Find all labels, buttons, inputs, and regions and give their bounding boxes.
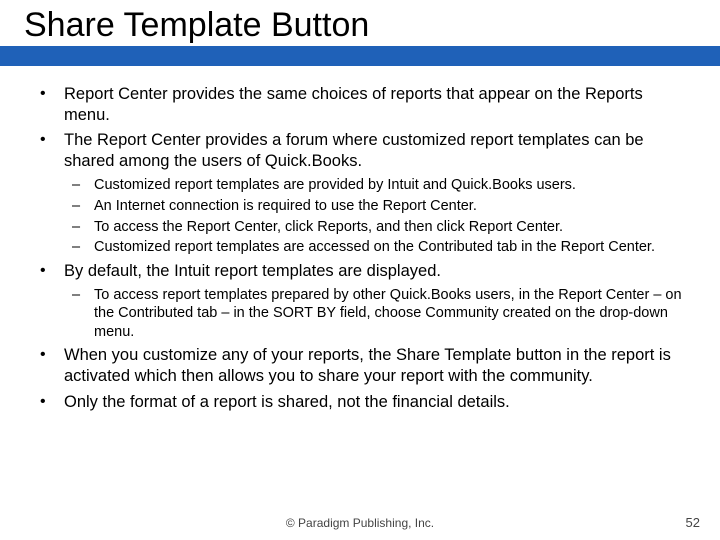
bullet-item: By default, the Intuit report templates … bbox=[34, 261, 686, 342]
bullet-item: When you customize any of your reports, … bbox=[34, 345, 686, 387]
slide-title: Share Template Button bbox=[0, 0, 720, 45]
footer-copyright: © Paradigm Publishing, Inc. bbox=[0, 516, 720, 530]
sub-bullet-item: Customized report templates are provided… bbox=[64, 176, 686, 195]
sub-bullet-item: To access report templates prepared by o… bbox=[64, 286, 686, 342]
bullet-item: The Report Center provides a forum where… bbox=[34, 130, 686, 256]
sub-bullet-item: An Internet connection is required to us… bbox=[64, 197, 686, 216]
bullet-item: Report Center provides the same choices … bbox=[34, 84, 686, 126]
sub-bullet-item: Customized report templates are accessed… bbox=[64, 238, 686, 257]
bullet-text: Only the format of a report is shared, n… bbox=[64, 393, 510, 411]
title-accent-band bbox=[0, 46, 720, 66]
bullet-text: When you customize any of your reports, … bbox=[64, 346, 671, 385]
sub-bullet-item: To access the Report Center, click Repor… bbox=[64, 218, 686, 237]
page-number: 52 bbox=[686, 515, 700, 530]
bullet-text: The Report Center provides a forum where… bbox=[64, 131, 644, 170]
content-area: Report Center provides the same choices … bbox=[0, 66, 720, 413]
bullet-text: By default, the Intuit report templates … bbox=[64, 262, 441, 280]
bullet-item: Only the format of a report is shared, n… bbox=[34, 392, 686, 413]
title-area: Share Template Button bbox=[0, 0, 720, 66]
bullet-text: Report Center provides the same choices … bbox=[64, 85, 643, 124]
